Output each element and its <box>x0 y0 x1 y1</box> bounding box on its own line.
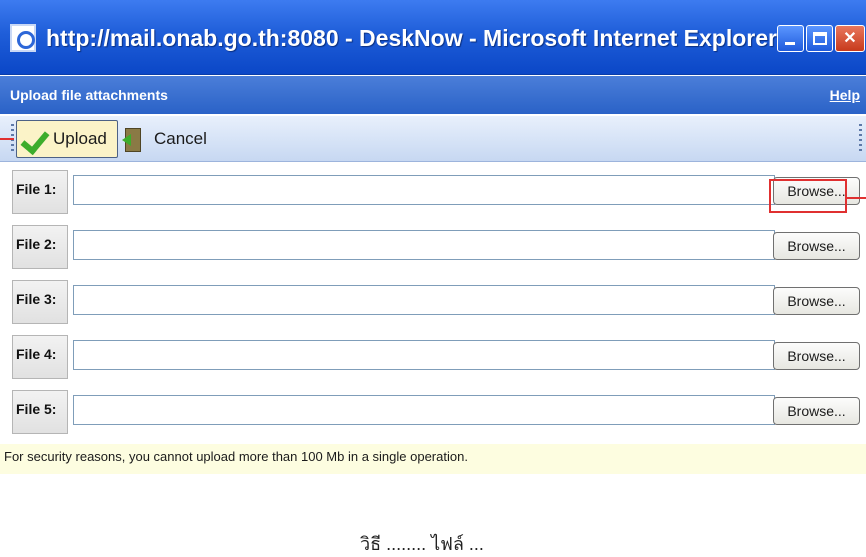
file-path-input-2[interactable] <box>73 230 775 260</box>
close-icon: ✕ <box>843 30 857 47</box>
dialog-title: Upload file attachments <box>10 87 168 103</box>
file-label-2: File 2: <box>12 225 68 269</box>
cancel-label: Cancel <box>154 129 207 148</box>
file-row-2: File 2: Browse... <box>12 225 866 269</box>
title-bar[interactable]: http://mail.onab.go.th:8080 - DeskNow - … <box>0 0 866 75</box>
maximize-button[interactable] <box>806 25 833 52</box>
file-row-4: File 4: Browse... <box>12 335 866 379</box>
file-row-1: File 1: Browse... <box>12 170 866 214</box>
upload-label: Upload <box>53 129 107 148</box>
internet-explorer-icon <box>10 24 36 52</box>
browse-button-1[interactable]: Browse... <box>773 177 860 205</box>
file-label-5: File 5: <box>12 390 68 434</box>
file-row-5: File 5: Browse... <box>12 390 866 434</box>
file-label-1: File 1: <box>12 170 68 214</box>
caption-text: วิธี ........ ไฟล์ ... <box>360 534 484 554</box>
minimize-button[interactable] <box>777 25 804 52</box>
file-label-4: File 4: <box>12 335 68 379</box>
toolbar-grip-right[interactable] <box>859 124 862 154</box>
annotation-marker-right <box>847 197 866 199</box>
dialog-header: Upload file attachments Help <box>0 76 866 114</box>
browse-button-4[interactable]: Browse... <box>773 342 860 370</box>
file-path-input-5[interactable] <box>73 395 775 425</box>
upload-button[interactable]: Upload <box>16 120 118 158</box>
file-label-3: File 3: <box>12 280 68 324</box>
annotation-marker-left <box>0 138 14 140</box>
file-path-input-4[interactable] <box>73 340 775 370</box>
browse-button-2[interactable]: Browse... <box>773 232 860 260</box>
help-link[interactable]: Help <box>830 76 860 114</box>
file-row-3: File 3: Browse... <box>12 280 866 324</box>
file-path-input-1[interactable] <box>73 175 775 205</box>
close-button[interactable]: ✕ <box>835 25 865 52</box>
checkmark-icon <box>21 123 51 155</box>
file-path-input-3[interactable] <box>73 285 775 315</box>
window-title: http://mail.onab.go.th:8080 - DeskNow - … <box>46 25 777 51</box>
browser-window: http://mail.onab.go.th:8080 - DeskNow - … <box>0 0 866 557</box>
maximize-icon <box>813 32 827 45</box>
size-limit-notice: For security reasons, you cannot upload … <box>0 444 866 474</box>
exit-door-icon <box>122 125 148 153</box>
cancel-button[interactable]: Cancel <box>122 120 207 158</box>
minimize-icon <box>785 42 795 45</box>
browse-button-3[interactable]: Browse... <box>773 287 860 315</box>
browse-button-5[interactable]: Browse... <box>773 397 860 425</box>
toolbar: Upload Cancel <box>0 116 866 162</box>
